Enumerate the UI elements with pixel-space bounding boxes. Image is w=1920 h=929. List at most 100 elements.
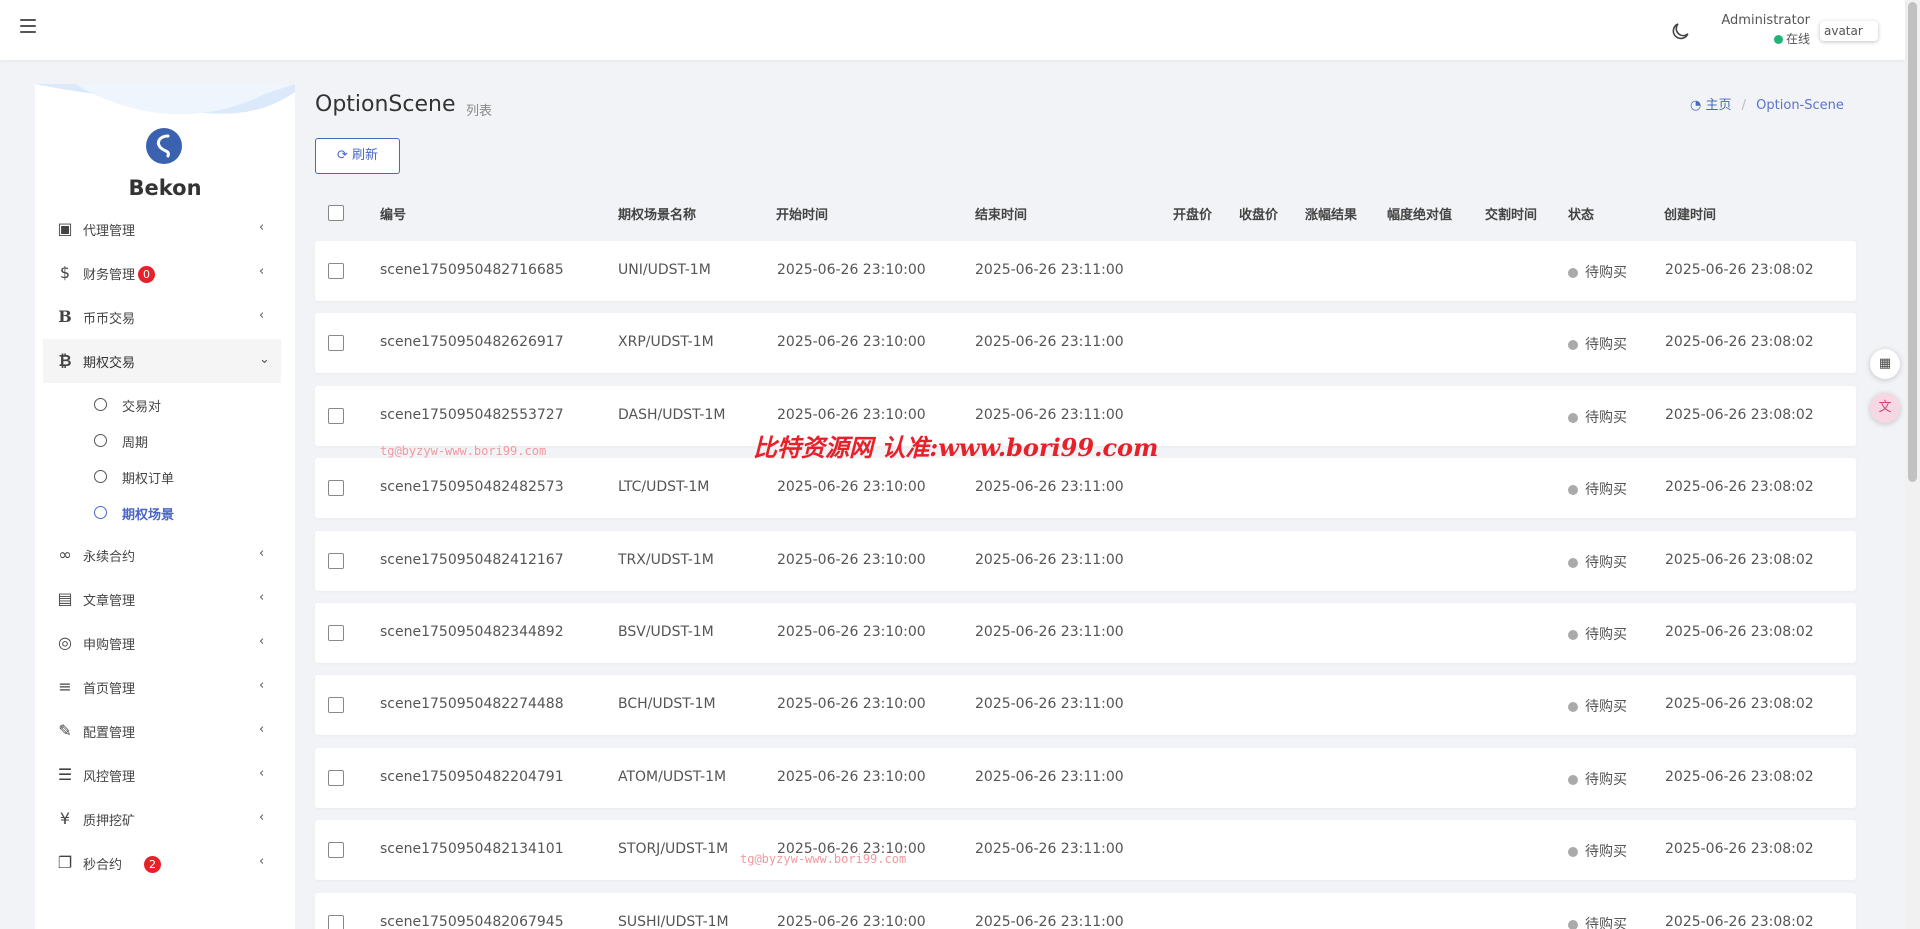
cell-id: scene1750950482482573	[380, 479, 564, 496]
column-header-close-price[interactable]: 收盘价	[1239, 204, 1278, 223]
list-icon: ≡	[58, 677, 72, 696]
cell-created-time: 2025-06-26 23:08:02	[1665, 696, 1814, 713]
sidebar-item-config[interactable]: ✎ 配置管理 ‹	[35, 709, 295, 753]
translate-icon[interactable]: 文	[1870, 393, 1900, 423]
column-header-name[interactable]: 期权场景名称	[618, 204, 696, 223]
breadcrumb-separator: /	[1741, 98, 1747, 113]
table-row[interactable]: scene1750950482716685 UNI/UDST-1M 2025-06-…	[315, 241, 1856, 301]
circle-icon	[94, 506, 107, 519]
qr-code-icon[interactable]: ▦	[1870, 349, 1900, 379]
top-navbar: Administrator 在线 avatar	[0, 0, 1905, 60]
indent-icon: ☰	[57, 765, 73, 784]
column-header-id[interactable]: 编号	[380, 204, 406, 223]
table-row[interactable]: scene1750950482482573 LTC/UDST-1M 2025-06-…	[315, 458, 1856, 519]
row-checkbox[interactable]	[328, 407, 344, 424]
status-dot-icon	[1568, 340, 1578, 351]
column-header-abs-amplitude[interactable]: 幅度绝对值	[1387, 204, 1452, 223]
select-all-checkbox[interactable]	[328, 205, 344, 221]
status-label: 待购买	[1585, 337, 1627, 354]
refresh-button[interactable]: ⟳ 刷新	[315, 138, 400, 174]
row-checkbox[interactable]	[328, 624, 344, 641]
watermark-small-text: tg@byzyw-www.bori99.com	[740, 852, 907, 866]
sidebar-item-articles[interactable]: ▤ 文章管理 ‹	[35, 577, 295, 621]
sidebar-item-risk-control[interactable]: ☰ 风控管理 ‹	[35, 753, 295, 797]
moon-icon[interactable]	[1671, 21, 1691, 41]
sidebar-item-finance[interactable]: $ 财务管理 0 ‹	[35, 251, 295, 295]
sidebar-item-perpetual[interactable]: ∞ 永续合约 ‹	[35, 533, 295, 577]
cell-status: 待购买	[1568, 696, 1627, 716]
status-label: 待购买	[1585, 554, 1627, 571]
sidebar-item-options-trading[interactable]: ₿ 期权交易 ⌄	[43, 339, 281, 383]
column-header-status[interactable]: 状态	[1568, 204, 1594, 223]
cell-status: 待购买	[1568, 552, 1627, 572]
cell-id: scene1750950482134101	[380, 841, 564, 858]
cell-id: scene1750950482716685	[380, 262, 564, 278]
column-header-end[interactable]: 结束时间	[975, 204, 1027, 223]
row-checkbox[interactable]	[328, 480, 344, 497]
column-header-delivery-time[interactable]: 交割时间	[1485, 204, 1537, 223]
status-label: 待购买	[1585, 699, 1627, 716]
column-header-start[interactable]: 开始时间	[776, 204, 828, 223]
column-header-created[interactable]: 创建时间	[1664, 204, 1716, 223]
chevron-left-icon: ‹	[259, 546, 265, 561]
sidebar-item-spot-trading[interactable]: B 币币交易 ‹	[35, 295, 295, 339]
cell-start-time: 2025-06-26 23:10:00	[777, 913, 926, 929]
cell-start-time: 2025-06-26 23:10:00	[777, 696, 926, 713]
cell-start-time: 2025-06-26 23:10:00	[777, 479, 926, 496]
dashboard-icon: ◔	[1690, 98, 1702, 113]
table-row[interactable]: scene1750950482204791 ATOM/UDST-1M 2025-06…	[315, 747, 1856, 808]
column-header-result[interactable]: 涨幅结果	[1305, 204, 1357, 223]
chevron-down-icon: ⌄	[259, 352, 270, 367]
sidebar-subitem-option-orders[interactable]: 期权订单	[35, 459, 295, 495]
newspaper-icon: ▤	[57, 589, 73, 608]
column-header-open-price[interactable]: 开盘价	[1173, 204, 1212, 223]
sidebar-item-subscription[interactable]: ◎ 申购管理 ‹	[35, 621, 295, 665]
chevron-left-icon: ‹	[259, 634, 265, 649]
chevron-left-icon: ‹	[259, 220, 265, 235]
table-row[interactable]: scene1750950482412167 TRX/UDST-1M 2025-06-…	[315, 530, 1856, 591]
sidebar-item-second-contract[interactable]: ❐ 秒合约 2 ‹	[35, 841, 295, 885]
sidebar-subitem-option-scene[interactable]: 期权场景	[35, 495, 295, 531]
row-checkbox[interactable]	[328, 842, 344, 859]
cell-id: scene1750950482412167	[380, 551, 564, 568]
chevron-left-icon: ‹	[259, 810, 265, 825]
cell-created-time: 2025-06-26 23:08:02	[1665, 334, 1814, 351]
table-row[interactable]: scene1750950482274488 BCH/UDST-1M 2025-06-…	[315, 675, 1856, 736]
row-checkbox[interactable]	[328, 697, 344, 714]
cell-id: scene1750950482344892	[380, 623, 564, 640]
table-row[interactable]: scene1750950482626917 XRP/UDST-1M 2025-06-…	[315, 313, 1856, 374]
cell-end-time: 2025-06-26 23:11:00	[975, 841, 1124, 858]
cell-name: UNI/UDST-1M	[618, 262, 711, 278]
row-checkbox[interactable]	[328, 914, 344, 929]
status-dot-icon	[1568, 557, 1578, 568]
table-row[interactable]: scene1750950482134101 STORJ/UDST-1M 2025-0…	[315, 820, 1856, 881]
sidebar-subitem-trading-pair[interactable]: 交易对	[35, 387, 295, 423]
cell-created-time: 2025-06-26 23:08:02	[1665, 768, 1814, 785]
table-header: 编号 期权场景名称 开始时间 结束时间 开盘价 收盘价 涨幅结果 幅度绝对值 交…	[315, 192, 1856, 232]
sidebar-item-agent[interactable]: ▣ 代理管理 ‹	[35, 207, 295, 251]
user-status-label: 在线	[1785, 32, 1810, 46]
user-info[interactable]: Administrator 在线	[1700, 12, 1810, 48]
dollar-icon: $	[59, 263, 71, 282]
breadcrumb-home-link[interactable]: 主页	[1705, 98, 1731, 113]
table-row[interactable]: scene1750950482067945 SUSHI/UDST-1M 2025-0…	[315, 892, 1856, 929]
row-checkbox[interactable]	[328, 769, 344, 786]
cell-created-time: 2025-06-26 23:08:02	[1665, 262, 1814, 278]
cell-end-time: 2025-06-26 23:11:00	[975, 551, 1124, 568]
row-checkbox[interactable]	[328, 335, 344, 352]
bitcoin-icon: ₿	[58, 351, 72, 370]
sidebar-item-label: 风控管理	[83, 770, 136, 785]
sidebar-subitem-period[interactable]: 周期	[35, 423, 295, 459]
avatar[interactable]: avatar	[1820, 21, 1878, 41]
cell-id: scene1750950482553727	[380, 406, 564, 423]
yen-icon: ¥	[59, 809, 71, 828]
sidebar-item-homepage[interactable]: ≡ 首页管理 ‹	[35, 665, 295, 709]
table-row[interactable]: scene1750950482344892 BSV/UDST-1M 2025-06-…	[315, 602, 1856, 663]
sidebar-item-staking[interactable]: ¥ 质押挖矿 ‹	[35, 797, 295, 841]
scrollbar-thumb[interactable]	[1908, 2, 1917, 482]
cell-end-time: 2025-06-26 23:11:00	[975, 623, 1124, 640]
row-checkbox[interactable]	[328, 552, 344, 569]
row-checkbox[interactable]	[328, 263, 344, 279]
page-scrollbar[interactable]	[1905, 0, 1920, 929]
hamburger-menu-icon[interactable]	[20, 19, 36, 33]
